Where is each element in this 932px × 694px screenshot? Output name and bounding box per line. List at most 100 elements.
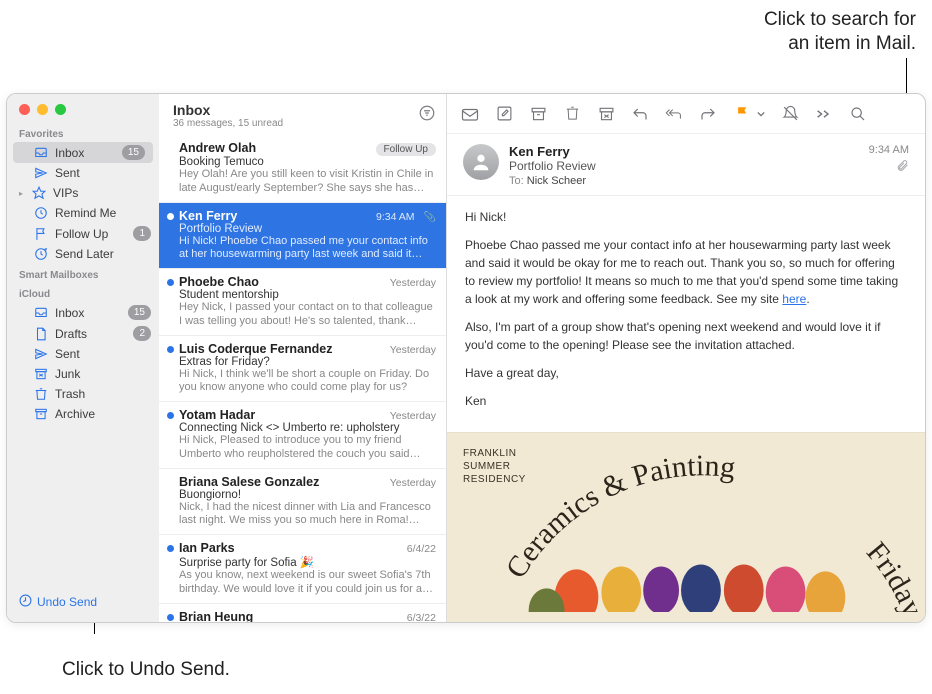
- count-badge: 2: [133, 326, 151, 341]
- junk-icon[interactable]: [597, 106, 615, 122]
- message-preview: Hi Nick, I think we'll be short a couple…: [179, 368, 436, 396]
- mailbox-subtitle: 36 messages, 15 unread: [173, 118, 418, 129]
- message-date: Yesterday: [390, 277, 436, 289]
- toolbar: [447, 94, 925, 134]
- reply-all-icon[interactable]: [665, 106, 683, 121]
- paperclip-icon: 📎: [424, 212, 436, 223]
- mail-p3: Also, I'm part of a group show that's op…: [465, 318, 907, 354]
- compose-icon[interactable]: [495, 105, 513, 122]
- undo-send-button[interactable]: Undo Send: [7, 584, 159, 622]
- message-preview: Hi Nick! Phoebe Chao passed me your cont…: [179, 235, 436, 263]
- message-preview: As you know, next weekend is our sweet S…: [179, 569, 436, 597]
- mailbox-title: Inbox: [173, 102, 418, 118]
- message-item[interactable]: Ian Parks6/4/22Surprise party for Sofia …: [159, 535, 446, 604]
- sidebar-item-icloud-archive[interactable]: Archive: [7, 404, 159, 424]
- flag-icon: [34, 227, 48, 241]
- message-item[interactable]: Phoebe ChaoYesterdayStudent mentorshipHe…: [159, 269, 446, 336]
- sidebar-item-icloud-drafts[interactable]: Drafts 2: [7, 323, 159, 344]
- message-item[interactable]: Yotam HadarYesterdayConnecting Nick <> U…: [159, 402, 446, 469]
- mail-from[interactable]: Ken Ferry: [509, 144, 859, 159]
- more-icon[interactable]: [815, 109, 833, 119]
- archive-icon[interactable]: [529, 106, 547, 122]
- message-list: Andrew OlahFollow UpBooking TemucoHey Ol…: [159, 135, 446, 622]
- sent-icon: [34, 347, 48, 361]
- trash-icon[interactable]: [563, 105, 581, 122]
- close-window-button[interactable]: [19, 104, 30, 115]
- archive-icon: [34, 407, 48, 421]
- sidebar-item-icloud-sent[interactable]: Sent: [7, 344, 159, 364]
- unread-dot-icon: [167, 545, 174, 552]
- mail-body: Hi Nick! Phoebe Chao passed me your cont…: [447, 196, 925, 432]
- message-from: Brian Heung: [179, 610, 401, 623]
- sidebar-item-fav-send-later[interactable]: Send Later: [7, 244, 159, 264]
- filter-button[interactable]: [418, 104, 436, 127]
- doc-icon: [34, 327, 48, 341]
- svg-text:Friday, June: Friday, June: [860, 536, 925, 612]
- message-preview: Nick, I had the nicest dinner with Lia a…: [179, 501, 436, 529]
- flag-icon[interactable]: [733, 105, 751, 122]
- message-subject: Buongiorno!: [179, 489, 436, 501]
- message-item[interactable]: Ken Ferry9:34 AM📎Portfolio ReviewHi Nick…: [159, 203, 446, 270]
- message-preview: Hey Nick, I passed your contact on to th…: [179, 301, 436, 329]
- message-subject: Surprise party for Sofia 🎉: [179, 555, 436, 569]
- sidebar-section-icloud: iCloud: [7, 283, 159, 302]
- sidebar-item-fav-vips[interactable]: ▸VIPs: [7, 183, 159, 203]
- message-item[interactable]: Brian Heung6/3/22Book cover?Hi Nick, so …: [159, 604, 446, 623]
- count-badge: 15: [128, 305, 151, 320]
- portfolio-link[interactable]: here: [782, 292, 806, 306]
- sidebar-item-icloud-inbox[interactable]: Inbox15: [7, 302, 159, 323]
- search-icon[interactable]: [849, 106, 867, 122]
- sender-avatar[interactable]: [463, 144, 499, 180]
- unread-dot-icon: [167, 412, 174, 419]
- count-badge: 15: [122, 145, 145, 160]
- mail-p4: Have a great day,: [465, 364, 907, 382]
- sidebar-item-label: VIPs: [53, 186, 151, 200]
- svg-text:Ceramics & Painting: Ceramics & Painting: [499, 449, 737, 584]
- sidebar-item-fav-follow-up[interactable]: Follow Up1: [7, 223, 159, 244]
- mail-to-label: To:: [509, 175, 524, 187]
- minimize-window-button[interactable]: [37, 104, 48, 115]
- inbox-icon: [34, 146, 48, 160]
- sidebar-item-label: Remind Me: [55, 206, 151, 220]
- sidebar: Favorites Inbox15 Sent ▸VIPs Remind Me Follo…: [7, 94, 159, 622]
- message-subject: Connecting Nick <> Umberto re: upholster…: [179, 422, 436, 434]
- junk-icon: [34, 367, 48, 381]
- flag-menu-chevron-icon[interactable]: [757, 110, 765, 118]
- followup-pill: Follow Up: [376, 143, 436, 156]
- callout-line-top: [906, 58, 907, 96]
- message-from: Ian Parks: [179, 541, 401, 555]
- sidebar-item-label: Drafts: [55, 327, 126, 341]
- new-mail-icon[interactable]: [461, 106, 479, 122]
- mail-time: 9:34 AM: [869, 144, 909, 156]
- undo-send-icon: [19, 594, 32, 610]
- message-item[interactable]: Andrew OlahFollow UpBooking TemucoHey Ol…: [159, 135, 446, 203]
- sidebar-item-fav-sent[interactable]: Sent: [7, 163, 159, 183]
- unread-dot-icon: [167, 614, 174, 621]
- callout-bottom: Click to Undo Send.: [62, 658, 230, 682]
- unread-dot-icon: [167, 346, 174, 353]
- message-item[interactable]: Briana Salese GonzalezYesterdayBuongiorn…: [159, 469, 446, 536]
- clock-icon: [34, 206, 48, 220]
- forward-icon[interactable]: [699, 106, 717, 121]
- sidebar-item-icloud-trash[interactable]: Trash: [7, 384, 159, 404]
- message-date: Yesterday: [390, 477, 436, 489]
- sidebar-item-fav-remind-me[interactable]: Remind Me: [7, 203, 159, 223]
- message-date: Yesterday: [390, 344, 436, 356]
- mail-p2: Phoebe Chao passed me your contact info …: [465, 236, 907, 308]
- mail-to-value[interactable]: Nick Scheer: [527, 175, 586, 187]
- mute-icon[interactable]: [781, 105, 799, 122]
- sidebar-item-fav-inbox[interactable]: Inbox15: [13, 142, 153, 163]
- attachment-preview[interactable]: FRANKLIN SUMMER RESIDENCY Ceramics & Pai…: [447, 432, 925, 622]
- mail-p1: Hi Nick!: [465, 208, 907, 226]
- sidebar-item-icloud-junk[interactable]: Junk: [7, 364, 159, 384]
- message-from: Phoebe Chao: [179, 275, 384, 289]
- reply-icon[interactable]: [631, 106, 649, 121]
- star-icon: [32, 186, 46, 200]
- sidebar-item-label: Follow Up: [55, 227, 126, 241]
- sidebar-section-favorites: Favorites: [7, 123, 159, 142]
- message-list-header: Inbox 36 messages, 15 unread: [159, 94, 446, 135]
- message-item[interactable]: Luis Coderque FernandezYesterdayExtras f…: [159, 336, 446, 403]
- zoom-window-button[interactable]: [55, 104, 66, 115]
- attachment-indicator-icon[interactable]: [869, 159, 909, 175]
- sidebar-item-label: Sent: [55, 166, 151, 180]
